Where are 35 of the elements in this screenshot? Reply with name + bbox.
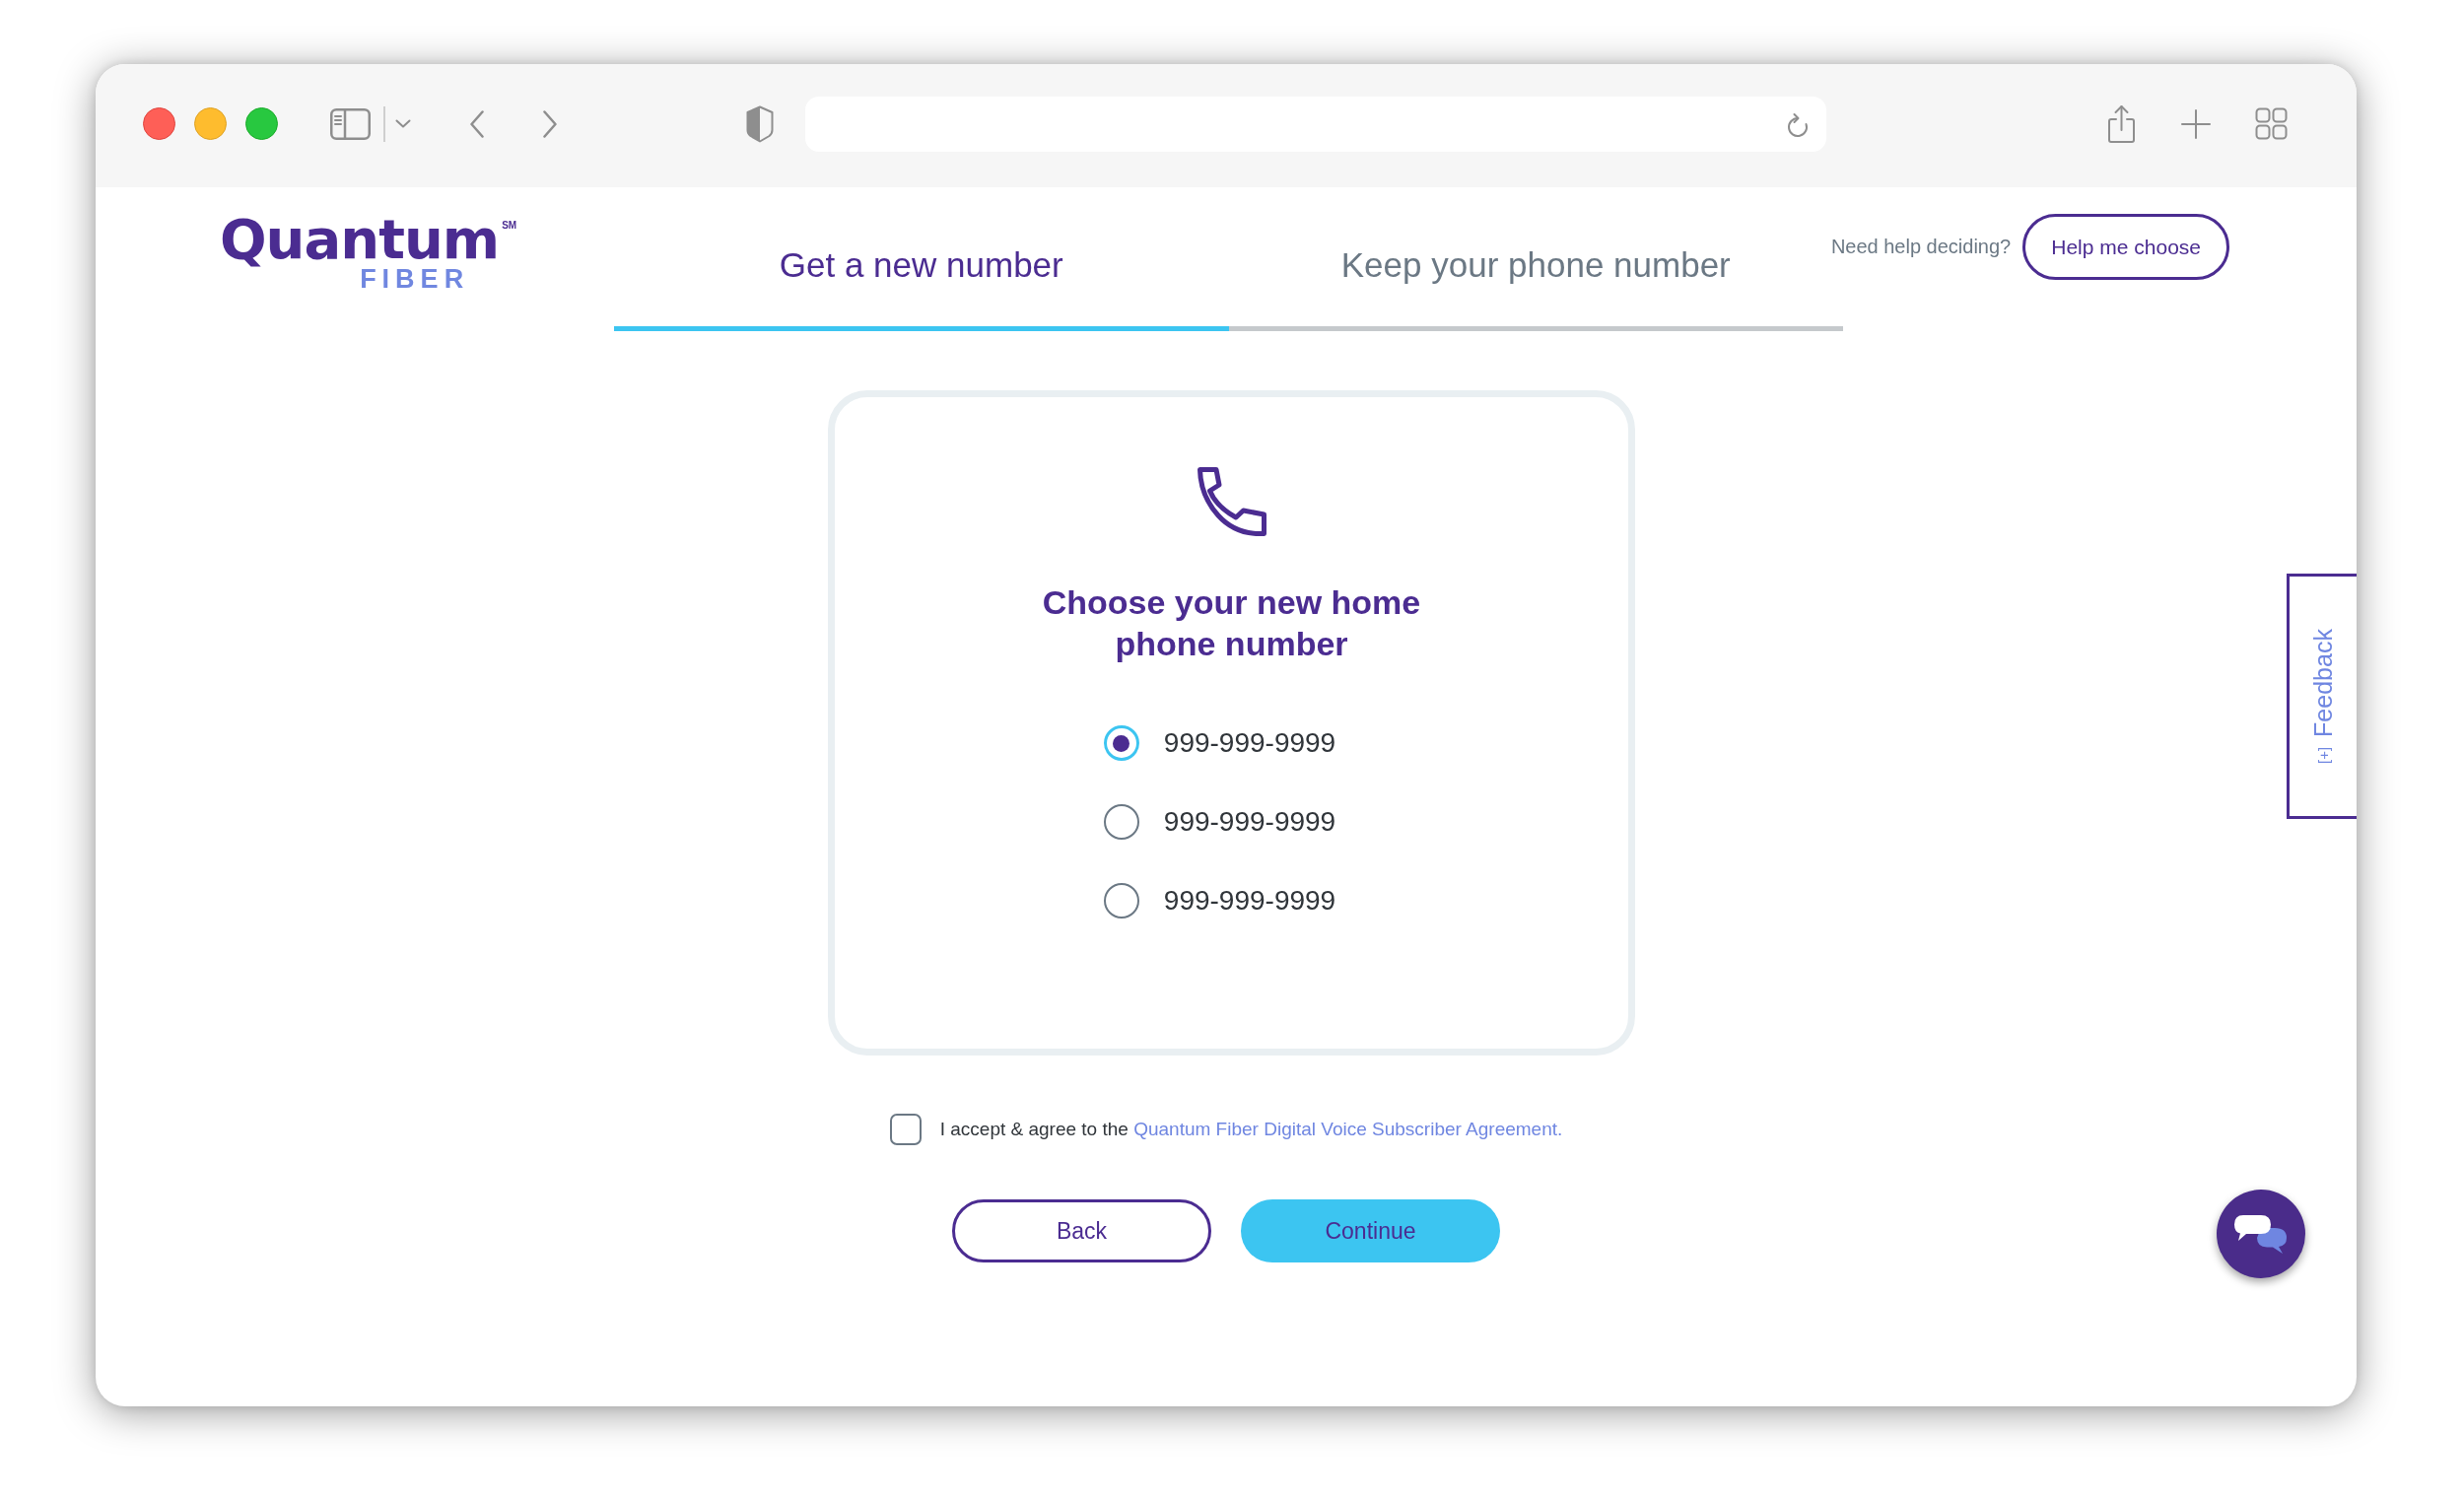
feedback-tab[interactable]: [+] Feedback: [2287, 574, 2357, 819]
phone-number-option: 999-999-9999: [1163, 727, 1336, 759]
minimize-window-icon[interactable]: [194, 107, 227, 140]
phone-number-option: 999-999-9999: [1163, 885, 1336, 917]
agreement-checkbox[interactable]: [889, 1114, 922, 1145]
logo-subtitle: FIBER: [360, 265, 470, 293]
service-mark: SM: [502, 220, 517, 232]
radio-button[interactable]: [1103, 725, 1139, 761]
continue-button[interactable]: Continue: [1241, 1199, 1500, 1262]
back-icon[interactable]: [469, 109, 484, 138]
tab[interactable]: Keep your phone number: [1317, 237, 1754, 294]
forward-icon[interactable]: [542, 109, 557, 138]
speech-bubbles-icon: [2233, 1214, 2289, 1254]
address-field[interactable]: [804, 96, 1826, 152]
agreement-text: I accept & agree to the Quantum Fiber Digital Voice Subscriber Agreement.: [939, 1118, 1563, 1141]
tab[interactable]: Get a new number: [755, 237, 1087, 294]
share-icon[interactable]: [2105, 103, 2137, 144]
radio-button[interactable]: [1103, 804, 1139, 840]
phone-handset-icon: [1196, 466, 1267, 537]
agreement-link[interactable]: Quantum Fiber Digital Voice Subscriber Agreement.: [1133, 1119, 1563, 1139]
chevron-down-icon[interactable]: [394, 119, 411, 128]
radio-button[interactable]: [1103, 883, 1139, 919]
maximize-window-icon[interactable]: [245, 107, 278, 140]
help-me-choose-button[interactable]: Help me choose: [2022, 214, 2229, 280]
close-window-icon[interactable]: [143, 107, 175, 140]
help-prompt: Need help deciding?: [1830, 236, 2012, 258]
phone-number-option: 999-999-9999: [1163, 806, 1336, 838]
sidebar-icon[interactable]: [330, 107, 371, 140]
logo-wordmark: Quantum: [220, 212, 500, 267]
card-title: Choose your new home phone number: [1041, 582, 1422, 664]
tab-grid-icon[interactable]: [2254, 107, 2288, 140]
new-tab-plus-icon[interactable]: [2180, 108, 2211, 139]
shield-icon[interactable]: [744, 104, 775, 143]
back-button[interactable]: Back: [952, 1199, 1211, 1262]
chat-button[interactable]: [2217, 1190, 2305, 1278]
